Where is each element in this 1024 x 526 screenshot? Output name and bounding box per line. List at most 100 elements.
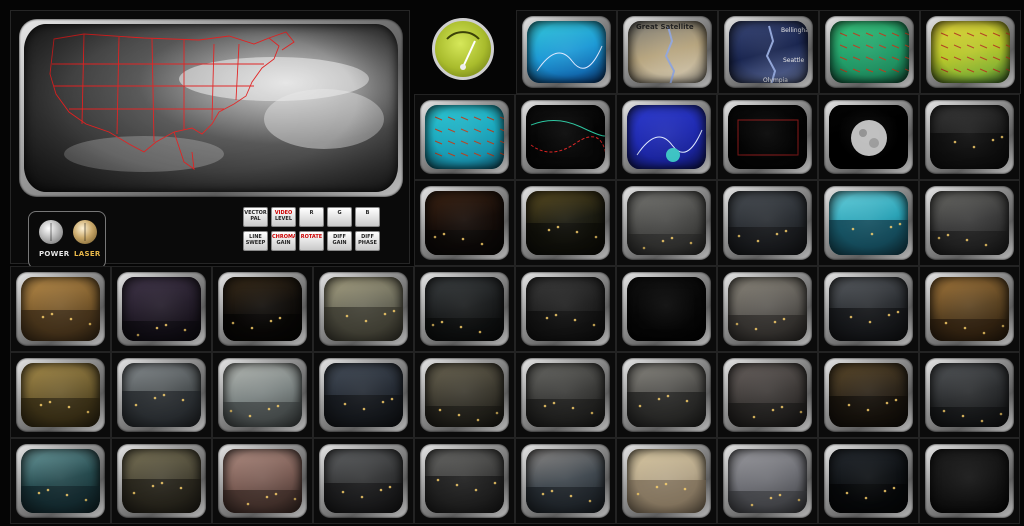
control-button[interactable]: R xyxy=(299,207,324,227)
monitor-grey-harbor[interactable] xyxy=(515,352,616,438)
monitor-night-mall[interactable] xyxy=(818,352,919,438)
monitor-screen xyxy=(728,449,807,513)
control-button[interactable]: ROTATE xyxy=(299,231,324,251)
monitor-screen xyxy=(223,363,302,427)
monitor-surface-analysis[interactable] xyxy=(515,94,616,180)
monitor-bezel xyxy=(522,16,611,88)
monitor-grey-bay[interactable] xyxy=(111,352,212,438)
monitor-city-lights[interactable] xyxy=(212,266,313,352)
monitor-plaza-steps[interactable] xyxy=(717,352,818,438)
monitor-night-plaza[interactable] xyxy=(414,266,515,352)
monitor-courtyard[interactable] xyxy=(414,352,515,438)
monitor-foggy-beach[interactable] xyxy=(212,352,313,438)
monitor-moon[interactable] xyxy=(818,94,919,180)
control-button[interactable]: CHROMA GAIN xyxy=(271,231,296,251)
power-knob[interactable] xyxy=(39,220,63,244)
monitor-satellite-map[interactable]: Great Satellite xyxy=(617,10,718,94)
monitor-night-shore[interactable] xyxy=(818,438,919,524)
monitor-bezel xyxy=(521,272,610,346)
monitor-night-harbor[interactable] xyxy=(414,180,515,266)
monitor-sunny-beach[interactable] xyxy=(616,438,717,524)
monitor-night-building[interactable] xyxy=(515,180,616,266)
monitor-screen xyxy=(728,363,807,427)
monitor-empty-road[interactable] xyxy=(414,438,515,524)
monitor-black-screen[interactable] xyxy=(616,266,717,352)
monitor-bezel xyxy=(521,100,610,174)
monitor-screen xyxy=(122,449,201,513)
monitor-night-offices[interactable] xyxy=(818,266,919,352)
monitor-black-screen[interactable] xyxy=(919,438,1020,524)
monitor-bezel xyxy=(420,358,509,432)
control-button[interactable]: VIDEO LEVEL xyxy=(271,207,296,227)
monitor-hazy-grey[interactable] xyxy=(717,438,818,524)
monitor-small-plaza[interactable] xyxy=(111,438,212,524)
control-button-label: R xyxy=(309,210,314,216)
monitor-red-roofs[interactable] xyxy=(212,438,313,524)
monitor-dark-outline-map[interactable] xyxy=(717,94,818,180)
monitor-bezel xyxy=(723,358,812,432)
monitor-bezel xyxy=(925,186,1014,260)
monitor-screen: Bellingham Seattle Olympia xyxy=(729,21,808,83)
monitor-puget-sound-map[interactable]: Bellingham Seattle Olympia xyxy=(718,10,819,94)
satellite-caption: Great Satellite xyxy=(636,23,694,31)
monitor-screen xyxy=(324,449,403,513)
satellite-map-screen[interactable] xyxy=(24,24,398,192)
monitor-radar-map[interactable] xyxy=(516,10,617,94)
monitor-bezel xyxy=(925,358,1014,432)
laser-knob[interactable] xyxy=(73,220,97,244)
monitor-office-lobby[interactable] xyxy=(919,180,1020,266)
monitor-wind-map-yellow[interactable] xyxy=(920,10,1021,94)
monitor-bezel xyxy=(824,186,913,260)
monitor-wind-map-green[interactable] xyxy=(819,10,920,94)
monitor-screen xyxy=(324,363,403,427)
monitor-overcast-town[interactable] xyxy=(717,266,818,352)
control-button[interactable]: VECTOR PAL xyxy=(243,207,268,227)
monitor-screen xyxy=(830,21,909,83)
monitor-blue-region-map[interactable] xyxy=(616,94,717,180)
monitor-dawn-harbor[interactable] xyxy=(515,438,616,524)
monitor-street-view[interactable] xyxy=(616,352,717,438)
monitor-night-street[interactable] xyxy=(919,94,1020,180)
control-button[interactable]: DIFF GAIN xyxy=(327,231,352,251)
monitor-screen xyxy=(425,363,504,427)
control-button[interactable]: LINE SWEEP xyxy=(243,231,268,251)
monitor-lit-lobby[interactable] xyxy=(919,266,1020,352)
monitor-screen xyxy=(829,191,908,255)
control-button-label: ROTATE xyxy=(300,234,323,240)
monitor-bezel xyxy=(420,100,509,174)
monitor-night-parking[interactable] xyxy=(919,352,1020,438)
monitor-bezel xyxy=(824,358,913,432)
control-button[interactable]: DIFF PHASE xyxy=(355,231,380,251)
monitor-wind-map-cyan[interactable] xyxy=(414,94,515,180)
monitor-sunset-harbor[interactable] xyxy=(10,266,111,352)
monitor-gray-building[interactable] xyxy=(616,180,717,266)
monitor-bezel xyxy=(521,444,610,518)
control-button-sublabel: GAIN xyxy=(332,240,347,246)
monitor-snowy-bridge[interactable] xyxy=(10,438,111,524)
monitor-dusk-campus[interactable] xyxy=(313,352,414,438)
monitor-screen xyxy=(122,363,201,427)
monitor-bezel xyxy=(16,272,105,346)
monitor-bezel xyxy=(723,272,812,346)
monitor-screen: Great Satellite xyxy=(628,21,707,83)
monitor-bezel xyxy=(622,358,711,432)
control-button[interactable]: B xyxy=(355,207,380,227)
control-button-sublabel: LEVEL xyxy=(274,216,293,222)
monitor-bezel xyxy=(824,100,913,174)
control-button-sublabel: PHASE xyxy=(358,240,377,246)
monitor-bezel xyxy=(218,358,307,432)
monitor-dark-street[interactable] xyxy=(515,266,616,352)
monitor-bezel xyxy=(319,444,408,518)
monitor-screen xyxy=(829,449,908,513)
monitor-old-town[interactable] xyxy=(10,352,111,438)
monitor-tower-cyan[interactable] xyxy=(818,180,919,266)
monitor-bezel xyxy=(825,16,914,88)
monitor-parking-lot[interactable] xyxy=(313,438,414,524)
monitor-bezel xyxy=(218,272,307,346)
monitor-screen xyxy=(728,191,807,255)
monitor-dim-room[interactable] xyxy=(717,180,818,266)
monitor-bezel xyxy=(117,272,206,346)
monitor-dark-pier[interactable] xyxy=(111,266,212,352)
monitor-lobby-fountain[interactable] xyxy=(313,266,414,352)
control-button[interactable]: G xyxy=(327,207,352,227)
